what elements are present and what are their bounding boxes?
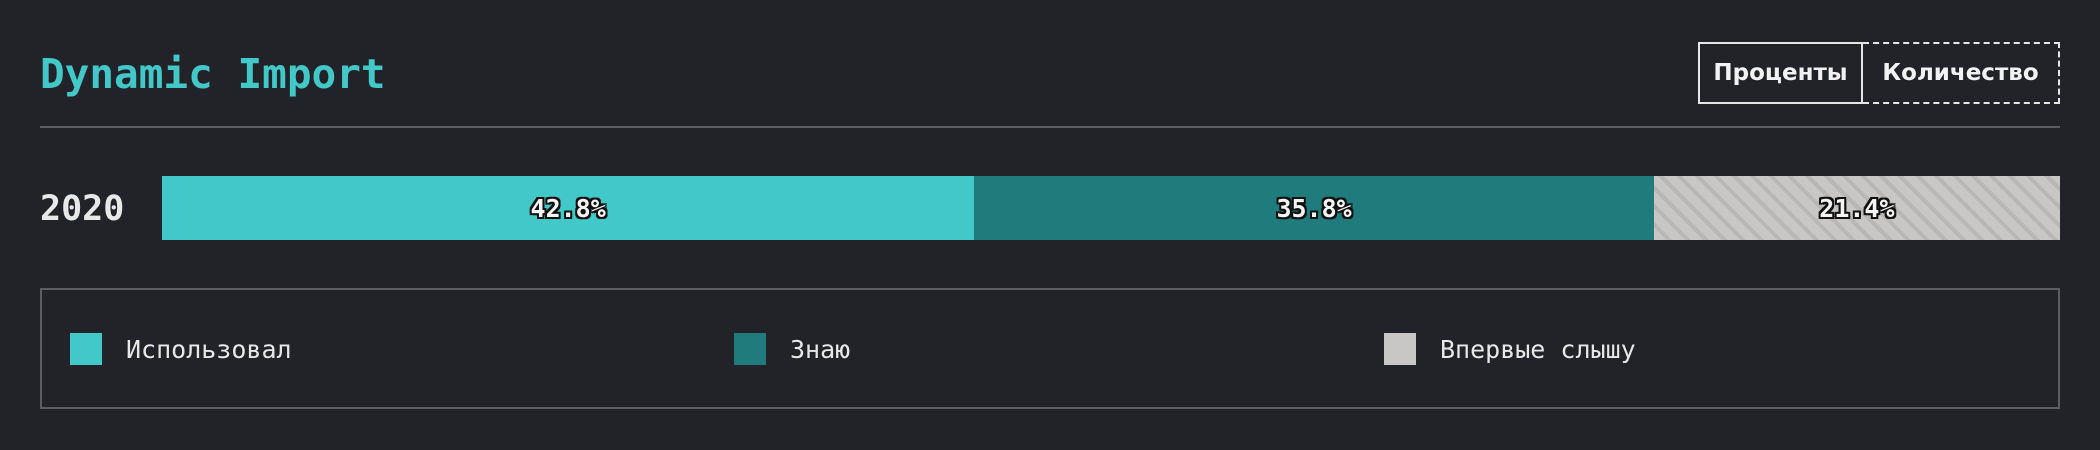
bar-segment-never-heard[interactable]: 21.4% xyxy=(1653,176,2060,240)
legend-label-used: Использовал xyxy=(126,334,292,364)
legend-swatch-know xyxy=(734,333,766,365)
legend-swatch-used xyxy=(70,333,102,365)
view-mode-toggle: Проценты Количество xyxy=(1698,42,2060,104)
percent-view-button[interactable]: Проценты xyxy=(1698,42,1863,104)
data-label-know: 35.8% xyxy=(1276,193,1352,223)
chart-legend: Использовал Знаю Впервые слышу xyxy=(40,288,2060,409)
legend-item-know[interactable]: Знаю xyxy=(734,332,850,366)
bar-segment-know[interactable]: 35.8% xyxy=(974,176,1654,240)
data-label-used: 42.8% xyxy=(530,193,606,223)
count-view-button[interactable]: Количество xyxy=(1863,42,2060,104)
bar-segment-used[interactable]: 42.8% xyxy=(162,176,975,240)
legend-label-know: Знаю xyxy=(790,334,851,364)
legend-item-never-heard[interactable]: Впервые слышу xyxy=(1384,332,1636,366)
legend-swatch-never-heard xyxy=(1384,333,1416,365)
legend-item-used[interactable]: Использовал xyxy=(70,332,292,366)
data-label-never-heard: 21.4% xyxy=(1819,193,1895,223)
chart-title: Dynamic Import xyxy=(40,50,386,98)
category-label-2020: 2020 xyxy=(40,189,125,229)
legend-label-never-heard: Впервые слышу xyxy=(1440,334,1636,364)
header-divider xyxy=(40,126,2060,128)
stacked-bar-2020: 42.8% 35.8% 21.4% xyxy=(162,176,2060,240)
